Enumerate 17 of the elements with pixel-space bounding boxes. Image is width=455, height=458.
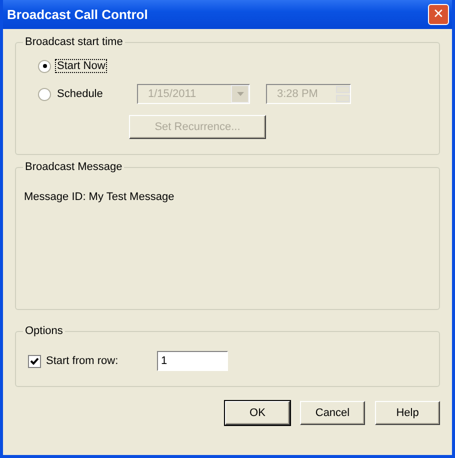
radio-label[interactable]: Start Now	[55, 59, 108, 73]
dialog-button[interactable]: OK	[225, 401, 290, 425]
window-title: Broadcast Call Control	[7, 7, 148, 22]
checkbox[interactable]	[28, 354, 41, 368]
group-title: Options	[24, 325, 64, 337]
message-text: Message ID: My Test Message	[24, 191, 176, 203]
radio-button[interactable]	[38, 60, 51, 72]
dialog-button[interactable]: Cancel	[300, 401, 365, 425]
checkbox-label[interactable]: Start from row:	[46, 355, 157, 367]
row-input-field[interactable]: 1	[157, 351, 228, 371]
radio-label[interactable]: Schedule	[55, 87, 137, 101]
close-button[interactable]: ✕	[428, 4, 449, 25]
group-title: Broadcast start time	[24, 36, 124, 48]
spin-buttons-icon	[336, 86, 350, 102]
radio-button[interactable]	[38, 88, 51, 100]
group-title: Broadcast Message	[24, 161, 124, 173]
dialog-button[interactable]: Help	[375, 401, 440, 425]
